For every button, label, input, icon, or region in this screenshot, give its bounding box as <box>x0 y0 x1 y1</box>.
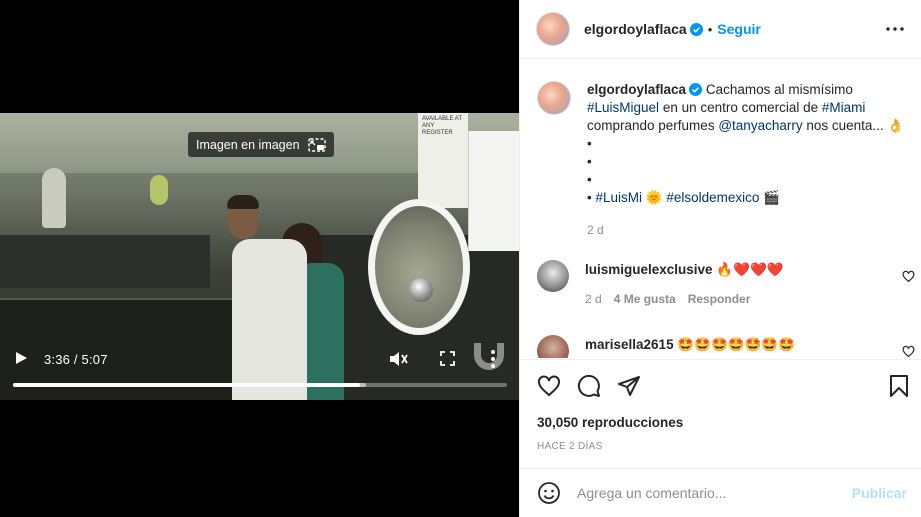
video-time: 3:36 / 5:07 <box>44 352 108 367</box>
share-send-icon[interactable] <box>617 374 641 398</box>
comment-username[interactable]: marisella2615 <box>585 337 674 352</box>
sun-emoji: 🌞 <box>645 190 663 205</box>
comment-body: luismiguelexclusive 🔥❤️❤️❤️ 2 d 4 Me gus… <box>585 260 886 306</box>
picture-in-picture-button[interactable]: Imagen en imagen <box>188 132 334 157</box>
comment-line: marisella2615 🤩🤩🤩🤩🤩🤩🤩 <box>585 335 886 355</box>
post-caption: elgordoylaflaca Cachamos al mismísimo #L… <box>537 81 909 207</box>
scene-mirror <box>368 199 470 335</box>
caption-text-4: nos cuenta... 👌 <box>806 118 905 133</box>
caption-text-1: Cachamos al mismísimo <box>705 82 853 97</box>
scene-mannequin-head <box>150 175 168 205</box>
caption-text: elgordoylaflaca Cachamos al mismísimo #L… <box>587 81 909 207</box>
post-date[interactable]: HACE 2 DÍAS <box>537 441 603 452</box>
caption-bullet: • <box>587 172 592 187</box>
more-options-vertical-icon[interactable] <box>490 349 496 369</box>
comment-item: marisella2615 🤩🤩🤩🤩🤩🤩🤩 <box>537 335 915 358</box>
comment-text: 🔥❤️❤️❤️ <box>716 262 784 277</box>
scene-sign: AVAILABLE AT ANY REGISTER <box>418 113 468 208</box>
verified-badge-icon <box>689 83 703 96</box>
mute-icon[interactable] <box>388 350 408 368</box>
view-count[interactable]: 30,050 reproducciones <box>537 415 683 430</box>
comment-item: luismiguelexclusive 🔥❤️❤️❤️ 2 d 4 Me gus… <box>537 260 915 306</box>
scene-shelf <box>0 233 210 288</box>
emoji-smiley-icon[interactable] <box>537 481 561 505</box>
post-comment-button[interactable]: Publicar <box>852 485 907 501</box>
instagram-post-modal: AVAILABLE AT ANY REGISTER Imagen en imag… <box>0 0 921 517</box>
bookmark-icon[interactable] <box>887 374 911 398</box>
header-separator: • <box>707 21 713 37</box>
post-options-button[interactable] <box>883 17 907 41</box>
comment-avatar[interactable] <box>537 335 569 358</box>
comment-line: luismiguelexclusive 🔥❤️❤️❤️ <box>585 260 886 280</box>
scene-mannequin <box>42 168 66 228</box>
video-player[interactable]: AVAILABLE AT ANY REGISTER Imagen en imag… <box>0 0 519 517</box>
caption-username[interactable]: elgordoylaflaca <box>587 82 686 97</box>
fullscreen-icon[interactable] <box>440 351 455 366</box>
comment-bubble-icon[interactable] <box>577 374 601 398</box>
comment-like-heart-icon[interactable] <box>902 270 915 283</box>
verified-badge-icon <box>689 22 703 36</box>
caption-bullet: • <box>587 190 592 205</box>
pip-icon <box>307 137 326 152</box>
action-bar <box>537 374 911 398</box>
hashtag-elsoldemexico[interactable]: #elsoldemexico <box>666 190 759 205</box>
comment-avatar[interactable] <box>537 260 569 292</box>
video-progress-bar[interactable] <box>13 383 507 387</box>
caption-bullet: • <box>587 136 592 151</box>
follow-button[interactable]: Seguir <box>717 21 761 37</box>
hashtag-luismiguel[interactable]: #LuisMiguel <box>587 100 659 115</box>
video-progress-fill <box>13 383 361 387</box>
comment-composer: Publicar <box>520 468 921 517</box>
comment-meta: 2 d 4 Me gusta Responder <box>585 292 886 306</box>
comment-like-heart-icon[interactable] <box>902 345 915 358</box>
hashtag-miami[interactable]: #Miami <box>822 100 866 115</box>
scene-poster <box>468 131 519 251</box>
like-heart-icon[interactable] <box>537 374 561 398</box>
comment-age[interactable]: 2 d <box>585 292 602 306</box>
caption-avatar[interactable] <box>537 81 571 115</box>
scene-mirror-ball <box>409 278 433 302</box>
header-username[interactable]: elgordoylaflaca <box>584 21 687 37</box>
video-controls: 3:36 / 5:07 <box>0 340 519 400</box>
comments-scroll-area[interactable]: elgordoylaflaca Cachamos al mismísimo #L… <box>520 60 921 358</box>
caption-text-3: comprando perfumes <box>587 118 715 133</box>
comment-input[interactable] <box>577 485 852 501</box>
clapper-emoji: 🎬 <box>763 190 781 205</box>
comment-likes[interactable]: 4 Me gusta <box>614 292 676 306</box>
avatar[interactable] <box>536 12 570 46</box>
header-user: elgordoylaflaca • Seguir <box>584 21 761 37</box>
comment-body: marisella2615 🤩🤩🤩🤩🤩🤩🤩 <box>585 335 886 358</box>
caption-text-2: en un centro comercial de <box>662 100 819 115</box>
comment-username[interactable]: luismiguelexclusive <box>585 262 713 277</box>
caption-age[interactable]: 2 d <box>587 223 604 237</box>
post-side-panel: elgordoylaflaca • Seguir elgordoylaflaca <box>519 0 921 517</box>
reply-button[interactable]: Responder <box>688 292 751 306</box>
hashtag-luismi[interactable]: #LuisMi <box>596 190 643 205</box>
pip-label: Imagen en imagen <box>196 137 300 152</box>
post-actions: 30,050 reproducciones HACE 2 DÍAS <box>520 359 921 467</box>
post-header: elgordoylaflaca • Seguir <box>520 0 921 59</box>
comment-text: 🤩🤩🤩🤩🤩🤩🤩 <box>677 337 796 352</box>
mention-tanyacharry[interactable]: @tanyacharry <box>718 118 802 133</box>
scene-man-hair <box>227 195 259 209</box>
play-icon[interactable] <box>14 351 28 365</box>
more-horizontal-icon <box>886 27 904 31</box>
caption-bullet: • <box>587 154 592 169</box>
